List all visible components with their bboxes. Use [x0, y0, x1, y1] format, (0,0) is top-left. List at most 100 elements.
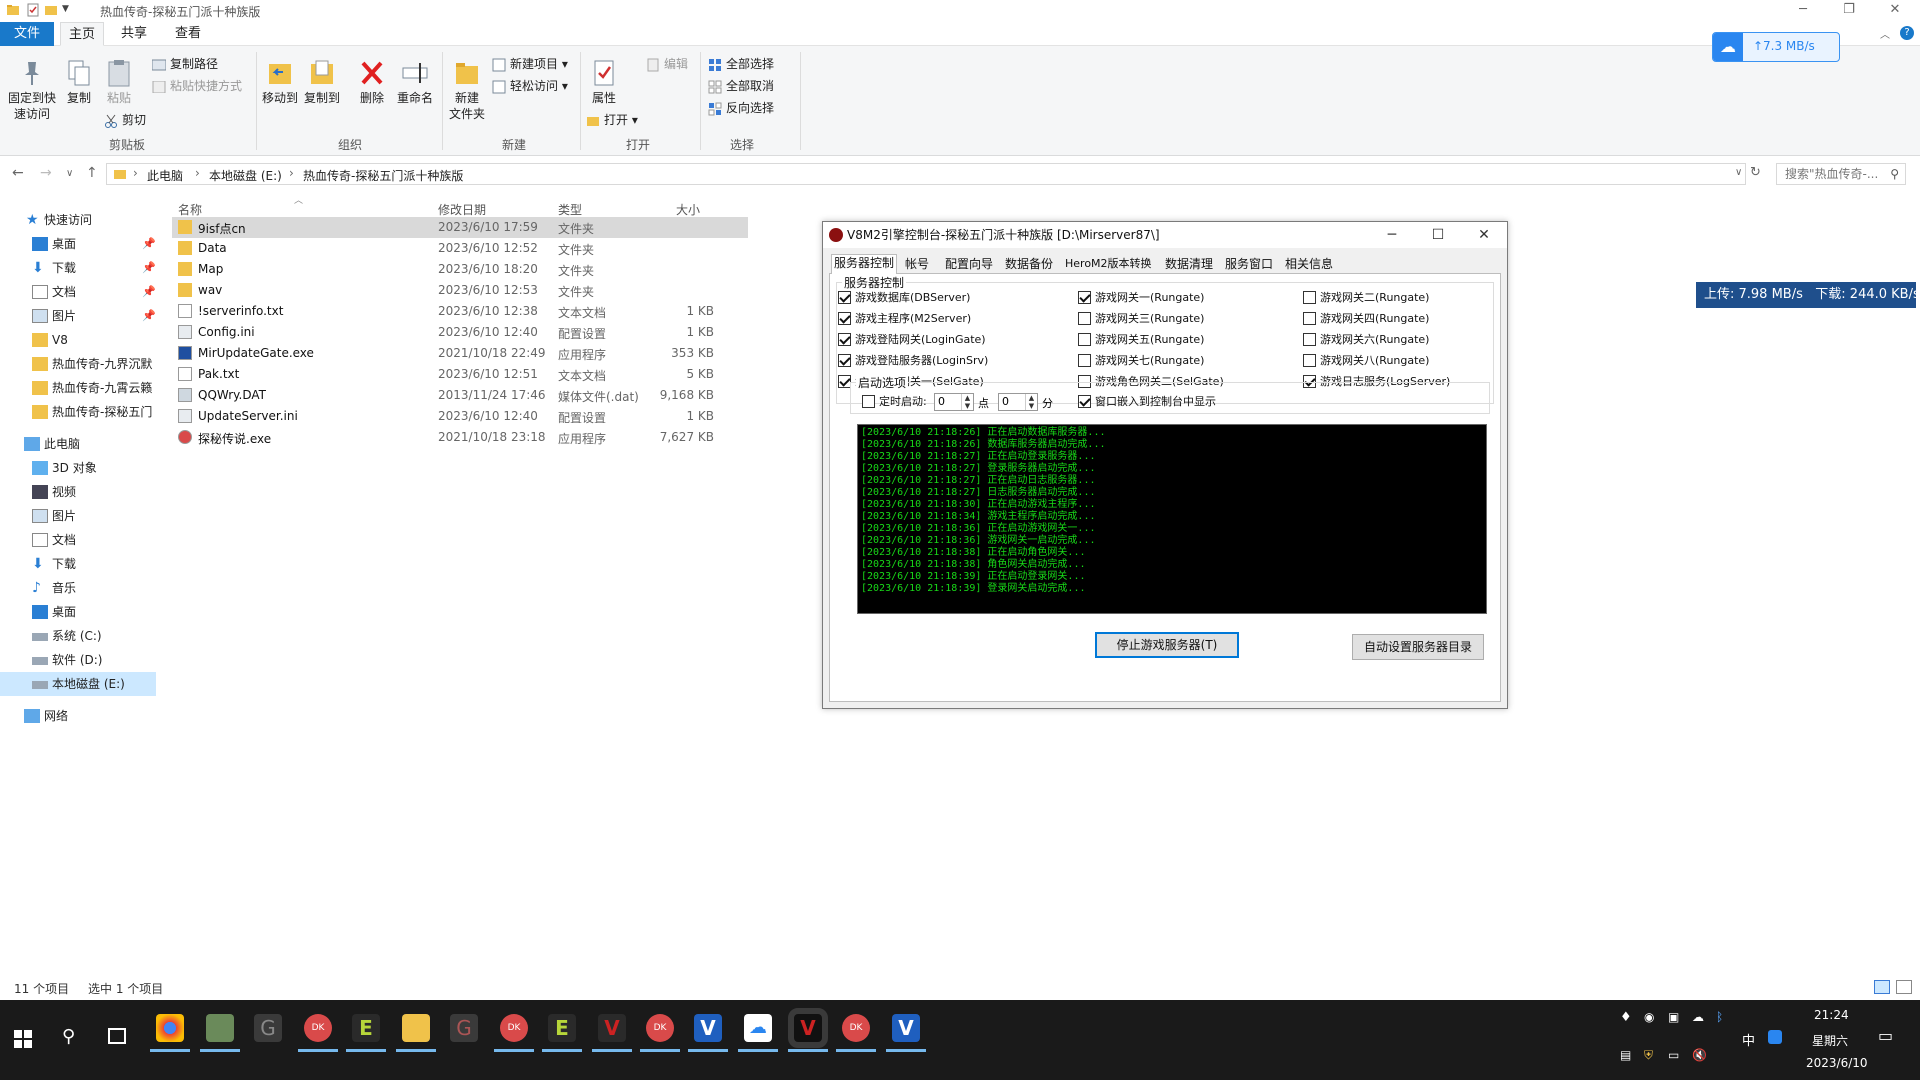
- properties-button[interactable]: 属性: [584, 58, 624, 106]
- search-input[interactable]: 搜索"热血传奇-... ⚲: [1776, 163, 1906, 185]
- refresh-icon[interactable]: ↻: [1750, 165, 1761, 180]
- new-folder-quick-icon[interactable]: [44, 3, 58, 17]
- column-header-type[interactable]: 类型: [558, 201, 582, 218]
- up-arrow-icon[interactable]: ↑: [86, 165, 98, 181]
- tab-herom2-convert[interactable]: HeroM2版本转换: [1063, 256, 1154, 274]
- file-row[interactable]: MirUpdateGate.exe 2021/10/18 22:49 应用程序 353…: [172, 343, 748, 364]
- collapse-ribbon-icon[interactable]: ︿: [1880, 26, 1890, 41]
- explorer-tool-icon[interactable]: [200, 1014, 240, 1052]
- forward-arrow-icon[interactable]: →: [40, 165, 52, 181]
- notification-icon[interactable]: ▭: [1878, 1026, 1893, 1045]
- minute-spinner[interactable]: 0 ▲ ▼: [998, 393, 1038, 411]
- dialog-close-button[interactable]: ✕: [1461, 222, 1507, 248]
- dialog-maximize-button[interactable]: ☐: [1415, 222, 1461, 248]
- nav-item-pictures[interactable]: 图片 📌: [0, 304, 160, 328]
- dk-app-icon[interactable]: DK: [298, 1014, 338, 1052]
- tab-file[interactable]: 文件: [0, 22, 54, 46]
- baidu-netdisk-icon[interactable]: ☁: [738, 1014, 778, 1052]
- nav-item-desktop[interactable]: 桌面 📌: [0, 232, 160, 256]
- tab-config-wizard[interactable]: 配置向导: [943, 256, 995, 274]
- easy-access-button[interactable]: 轻松访问 ▾: [492, 76, 568, 96]
- address-dropdown-icon[interactable]: ∨: [1735, 167, 1742, 178]
- column-header-name[interactable]: 名称: [178, 201, 202, 218]
- tab-data-cleanup[interactable]: 数据清理: [1163, 256, 1215, 274]
- tab-service-window[interactable]: 服务窗口: [1223, 256, 1275, 274]
- file-row[interactable]: wav 2023/6/10 12:53 文件夹: [172, 280, 748, 301]
- large-icons-view-icon[interactable]: [1896, 980, 1912, 994]
- pin-icon[interactable]: 📌: [142, 280, 156, 304]
- address-box[interactable]: › 此电脑 › 本地磁盘 (E:) › 热血传奇-探秘五门派十种族版 ∨: [106, 163, 1746, 185]
- recent-locations-icon[interactable]: ∨: [66, 168, 73, 179]
- checkbox-box[interactable]: [1078, 312, 1091, 325]
- file-row[interactable]: 9isf点cn 2023/6/10 17:59 文件夹: [172, 217, 748, 238]
- details-view-icon[interactable]: [1874, 980, 1890, 994]
- input-method-icon[interactable]: [1768, 1030, 1782, 1044]
- clock-date[interactable]: 2023/6/10: [1806, 1056, 1868, 1070]
- g-app-icon[interactable]: G: [254, 1014, 282, 1042]
- auto-set-directory-button[interactable]: 自动设置服务器目录: [1352, 634, 1484, 660]
- nav-item-drive-c[interactable]: 系统 (C:): [0, 624, 160, 648]
- checkbox-box[interactable]: [1078, 354, 1091, 367]
- breadcrumb-current-folder[interactable]: 热血传奇-探秘五门派十种族版: [303, 167, 463, 184]
- checkbox-box[interactable]: [1303, 291, 1316, 304]
- dk-app-icon[interactable]: DK: [640, 1014, 680, 1052]
- cloud-speed-widget[interactable]: ☁ ↑ 7.3 MB/s: [1712, 32, 1840, 62]
- g-app-icon[interactable]: G: [450, 1014, 478, 1042]
- dk-app-icon[interactable]: DK: [836, 1014, 876, 1052]
- file-row[interactable]: Data 2023/6/10 12:52 文件夹: [172, 238, 748, 259]
- paste-shortcut-button[interactable]: 粘贴快捷方式: [152, 76, 242, 96]
- tray-app-icon[interactable]: ◉: [1644, 1010, 1654, 1024]
- e-editor-icon[interactable]: E: [346, 1014, 386, 1052]
- windows-start-icon[interactable]: [14, 1030, 32, 1048]
- pin-icon[interactable]: 📌: [142, 304, 156, 328]
- tab-home[interactable]: 主页: [60, 22, 104, 46]
- e-editor-icon[interactable]: E: [542, 1014, 582, 1052]
- paste-button[interactable]: 粘贴: [102, 58, 136, 106]
- file-row[interactable]: QQWry.DAT 2013/11/24 17:46 媒体文件(.dat) 9,168…: [172, 385, 748, 406]
- nav-quick-access[interactable]: ★ 快速访问: [0, 208, 160, 232]
- hour-spinner[interactable]: 0 ▲ ▼: [934, 393, 974, 411]
- nav-item-drive-e[interactable]: 本地磁盘 (E:): [0, 672, 156, 696]
- file-explorer-icon[interactable]: [396, 1014, 436, 1052]
- checkbox-box[interactable]: [838, 291, 851, 304]
- new-folder-button[interactable]: 新建 文件夹: [446, 58, 488, 122]
- tray-app-icon[interactable]: ▣: [1668, 1010, 1679, 1024]
- volume-muted-icon[interactable]: 🔇: [1692, 1048, 1707, 1062]
- file-row[interactable]: !serverinfo.txt 2023/6/10 12:38 文本文档 1 KB: [172, 301, 748, 322]
- nav-item-documents[interactable]: 文档 📌: [0, 280, 160, 304]
- cut-button[interactable]: 剪切: [104, 110, 146, 130]
- file-row[interactable]: Config.ini 2023/6/10 12:40 配置设置 1 KB: [172, 322, 748, 343]
- dk-app-icon[interactable]: DK: [494, 1014, 534, 1052]
- nav-item-folder[interactable]: 热血传奇-九界沉默: [0, 352, 160, 376]
- restore-button[interactable]: ❐: [1826, 0, 1872, 22]
- invert-selection-button[interactable]: 反向选择: [708, 98, 774, 118]
- copy-to-button[interactable]: 复制到: [302, 58, 342, 106]
- shield-icon[interactable]: ⛨: [1644, 1048, 1653, 1063]
- column-header-size[interactable]: 大小: [676, 201, 700, 218]
- nav-this-pc[interactable]: 此电脑: [0, 432, 160, 456]
- tab-data-backup[interactable]: 数据备份: [1003, 256, 1055, 274]
- file-row[interactable]: Map 2023/6/10 18:20 文件夹: [172, 259, 748, 280]
- checkbox-box[interactable]: [838, 354, 851, 367]
- properties-quick-icon[interactable]: [26, 3, 40, 17]
- file-row[interactable]: 探秘传说.exe 2021/10/18 23:18 应用程序 7,627 KB: [172, 427, 748, 448]
- checkbox-box[interactable]: [838, 333, 851, 346]
- open-button[interactable]: 打开 ▾: [586, 110, 638, 130]
- nav-item-videos[interactable]: 视频: [0, 480, 160, 504]
- nav-item-folder[interactable]: 热血传奇-探秘五门: [0, 400, 160, 424]
- minimize-button[interactable]: ─: [1780, 0, 1826, 22]
- move-to-button[interactable]: 移动到: [260, 58, 300, 106]
- nav-item-downloads[interactable]: ⬇ 下载: [0, 552, 160, 576]
- edit-button[interactable]: 编辑: [646, 54, 688, 74]
- clock-time[interactable]: 21:24: [1814, 1008, 1849, 1022]
- pin-quick-access-button[interactable]: 固定到快 速访问: [4, 58, 60, 122]
- copy-path-button[interactable]: 复制路径: [152, 54, 218, 74]
- checkbox-box[interactable]: [838, 312, 851, 325]
- stop-server-button[interactable]: 停止游戏服务器(T): [1095, 632, 1239, 658]
- spinner-arrows-icon[interactable]: ▲ ▼: [961, 394, 973, 410]
- server-log-console[interactable]: [2023/6/10 21:18:26] 正在启动数据库服务器... [2023/…: [857, 424, 1487, 614]
- nav-item-downloads[interactable]: ⬇ 下载 📌: [0, 256, 160, 280]
- ime-indicator[interactable]: 中: [1742, 1030, 1755, 1049]
- tray-app-icon[interactable]: ▤: [1620, 1048, 1631, 1062]
- tab-share[interactable]: 共享: [112, 22, 156, 46]
